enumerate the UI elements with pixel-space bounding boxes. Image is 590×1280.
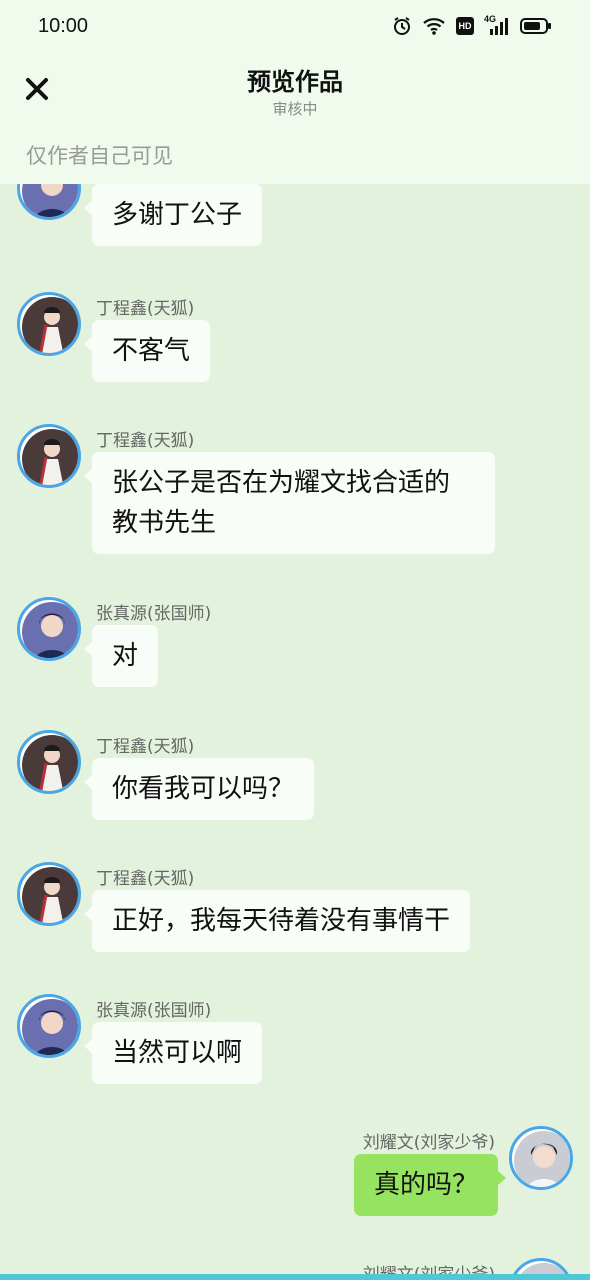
chat-list[interactable]: 多谢丁公子 丁程鑫(天狐) 不客气 丁程鑫(天狐) 张公子是否在为耀文找合适的教… (0, 184, 590, 1280)
status-icons: HD 4G (392, 14, 552, 36)
page-title: 预览作品 (247, 68, 343, 96)
header: 预览作品 审核中 仅作者自己可见 (0, 52, 590, 184)
sender-name: 丁程鑫(天狐) (96, 869, 195, 889)
message-bubble[interactable]: 当然可以啊 (83, 1022, 263, 1084)
message-bubble[interactable]: 你看我可以吗？ (83, 758, 315, 820)
status-bar: 10:00 HD 4G (0, 0, 590, 52)
message-bubble[interactable]: 对 (83, 625, 159, 687)
review-status: 审核中 (272, 100, 318, 118)
avatar[interactable] (17, 730, 81, 794)
visibility-note: 仅作者自己可见 (26, 144, 173, 168)
avatar[interactable] (17, 597, 81, 661)
sender-name: 刘耀文(刘家少爷) (362, 1133, 495, 1153)
sender-name: 丁程鑫(天狐) (96, 737, 195, 757)
message-bubble[interactable]: 张公子是否在为耀文找合适的教书先生 (84, 452, 495, 554)
message-bubble[interactable]: 真的吗？ (353, 1154, 507, 1216)
alarm-icon (392, 16, 412, 36)
hd-label: HD (458, 21, 472, 31)
message-bubble[interactable]: 不客气 (83, 320, 211, 382)
sender-name: 丁程鑫(天狐) (96, 299, 195, 319)
avatar[interactable] (17, 994, 81, 1058)
battery-icon (520, 17, 552, 35)
sender-name: 张真源(张国师) (96, 1001, 212, 1021)
message-bubble[interactable]: 多谢丁公子 (83, 184, 263, 246)
bottom-accent-bar (0, 1274, 590, 1280)
message-bubble[interactable]: 正好，我每天待着没有事情干 (83, 890, 471, 952)
sender-name: 丁程鑫(天狐) (96, 431, 195, 451)
status-time: 10:00 (38, 14, 89, 37)
signal-4g-icon: 4G (484, 14, 510, 36)
avatar[interactable] (17, 862, 81, 926)
hd-icon: HD (456, 17, 474, 35)
avatar[interactable] (509, 1126, 573, 1190)
wifi-icon (422, 16, 446, 36)
sender-name: 张真源(张国师) (96, 604, 212, 624)
avatar[interactable] (17, 292, 81, 356)
avatar[interactable] (17, 424, 81, 488)
avatar[interactable] (17, 184, 81, 220)
